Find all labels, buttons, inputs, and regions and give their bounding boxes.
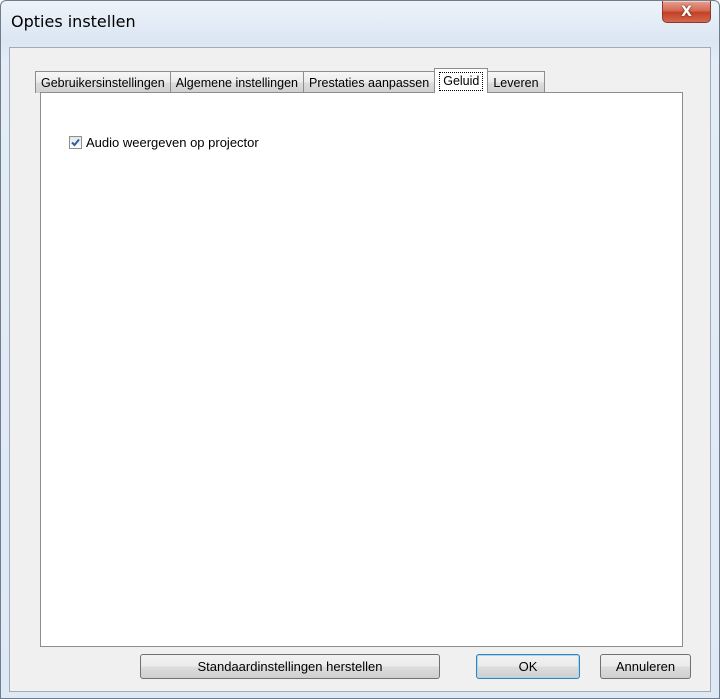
- restore-defaults-button[interactable]: Standaardinstellingen herstellen: [140, 654, 440, 679]
- window-title: Opties instellen: [11, 12, 136, 31]
- tab-leveren[interactable]: Leveren: [487, 71, 545, 93]
- audio-on-projector-option[interactable]: Audio weergeven op projector: [69, 135, 259, 150]
- tab-label: Prestaties aanpassen: [309, 76, 430, 90]
- tab-label: Algemene instellingen: [175, 76, 298, 90]
- tab-strip: Gebruikersinstellingen Algemene instelli…: [35, 68, 545, 93]
- restore-defaults-label: Standaardinstellingen herstellen: [197, 659, 383, 674]
- dialog-client-area: Gebruikersinstellingen Algemene instelli…: [9, 47, 711, 692]
- tab-geluid[interactable]: Geluid: [434, 68, 489, 93]
- tab-panel-geluid: Audio weergeven op projector: [40, 92, 683, 647]
- close-icon: X: [681, 3, 692, 20]
- tab-label: Gebruikersinstellingen: [41, 76, 165, 90]
- tab-algemene-instellingen[interactable]: Algemene instellingen: [169, 71, 304, 93]
- tab-gebruikersinstellingen[interactable]: Gebruikersinstellingen: [35, 71, 171, 93]
- cancel-label: Annuleren: [615, 659, 676, 674]
- tab-label: Geluid: [439, 72, 484, 91]
- title-bar[interactable]: Opties instellen X: [1, 1, 719, 47]
- tab-label: Leveren: [493, 76, 539, 90]
- ok-button[interactable]: OK: [476, 654, 580, 679]
- ok-label: OK: [518, 659, 538, 674]
- audio-on-projector-label[interactable]: Audio weergeven op projector: [86, 135, 259, 150]
- close-button[interactable]: X: [662, 1, 711, 23]
- tab-prestaties-aanpassen[interactable]: Prestaties aanpassen: [303, 71, 436, 93]
- cancel-button[interactable]: Annuleren: [600, 654, 691, 679]
- options-dialog: Opties instellen X Gebruikersinstellinge…: [0, 0, 720, 699]
- checkmark-icon: [71, 138, 80, 147]
- audio-on-projector-checkbox[interactable]: [69, 136, 82, 149]
